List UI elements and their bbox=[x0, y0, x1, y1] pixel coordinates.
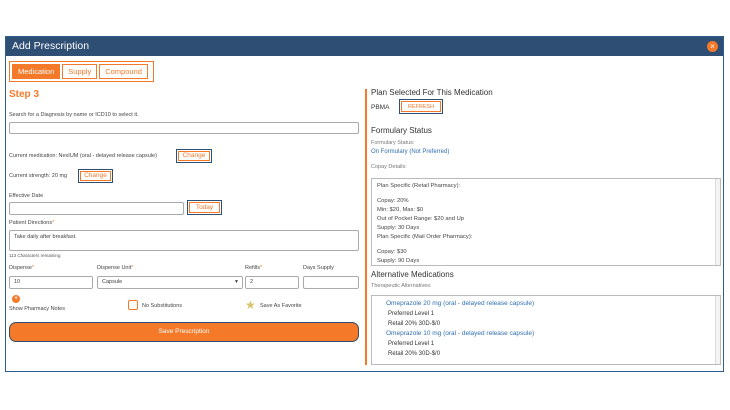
tab-supply[interactable]: Supply bbox=[62, 64, 98, 79]
dialog-title: Add Prescription bbox=[12, 40, 90, 52]
alternative-name-link[interactable]: Omeprazole 10 mg (oral - delayed release… bbox=[386, 329, 720, 339]
dispense-label: Dispense* bbox=[9, 265, 34, 271]
patient-directions-label: Patient Directions* bbox=[9, 220, 54, 226]
close-icon[interactable]: × bbox=[707, 41, 718, 52]
refills-input[interactable]: 2 bbox=[245, 276, 299, 289]
add-prescription-dialog: Add Prescription × Medication Supply Com… bbox=[5, 36, 724, 372]
change-medication-button[interactable]: Change bbox=[176, 149, 212, 163]
alternatives-scrollbar[interactable] bbox=[715, 296, 720, 364]
today-button[interactable]: Today bbox=[187, 200, 222, 215]
alternative-level: Preferred Level 1 bbox=[388, 341, 435, 347]
column-divider bbox=[365, 89, 367, 365]
plus-icon[interactable]: + bbox=[12, 295, 20, 303]
dialog-titlebar: Add Prescription × bbox=[6, 37, 723, 56]
no-substitutions-label: No Substitutions bbox=[142, 303, 183, 309]
prescription-type-tabs: Medication Supply Compound bbox=[9, 61, 154, 82]
save-as-favorite-label[interactable]: Save As Favorite bbox=[260, 303, 302, 309]
alternative-retail: Retail 20% 30D-$/0 bbox=[388, 321, 441, 327]
copay-scrollbar[interactable] bbox=[715, 179, 720, 265]
dispense-unit-label: Dispense Unit* bbox=[97, 265, 133, 271]
alternative-item: Omeprazole 20 mg (oral - delayed release… bbox=[386, 299, 720, 329]
copay-line: Supply: 90 Days bbox=[377, 258, 420, 264]
refresh-button[interactable]: REFRESH bbox=[399, 99, 443, 114]
patient-directions-text: Patient Directions bbox=[9, 220, 53, 226]
dispense-label-text: Dispense bbox=[9, 265, 32, 271]
refresh-label: REFRESH bbox=[401, 101, 441, 112]
tab-compound[interactable]: Compound bbox=[99, 64, 148, 79]
alternative-medications-heading: Alternative Medications bbox=[371, 270, 454, 279]
refills-label-text: Refills bbox=[245, 265, 260, 271]
no-substitutions-checkbox[interactable] bbox=[128, 300, 138, 310]
tab-medication[interactable]: Medication bbox=[12, 64, 61, 79]
dispense-unit-value: Capsule bbox=[102, 279, 123, 285]
change-medication-label: Change bbox=[178, 151, 210, 161]
copay-line: Plan Specific (Retail Pharmacy): bbox=[377, 183, 461, 189]
chevron-down-icon: ▼ bbox=[234, 279, 239, 285]
required-mark: * bbox=[259, 265, 263, 271]
copay-details-label: Copay Details: bbox=[371, 164, 407, 170]
step-heading: Step 3 bbox=[9, 89, 40, 100]
formulary-status-label: Formulary Status: bbox=[371, 140, 415, 146]
copay-line: Min: $20, Max: $0 bbox=[377, 207, 424, 213]
required-mark: * bbox=[52, 220, 55, 226]
effective-date-label: Effective Date bbox=[9, 193, 44, 199]
copay-line: Copay: $30 bbox=[377, 249, 407, 255]
dispense-input[interactable]: 10 bbox=[9, 276, 93, 289]
diagnosis-search-label: Search for a Diagnosis by name or ICD10 … bbox=[9, 112, 139, 118]
effective-date-input[interactable] bbox=[9, 202, 184, 215]
characters-remaining: 113 Characters remaining bbox=[9, 253, 61, 258]
alternatives-list: Omeprazole 20 mg (oral - delayed release… bbox=[371, 295, 721, 365]
alternative-level: Preferred Level 1 bbox=[388, 311, 435, 317]
days-supply-input[interactable] bbox=[303, 276, 359, 289]
alternative-retail: Retail 20% 30D-$/0 bbox=[388, 351, 441, 357]
star-icon[interactable]: ★ bbox=[245, 299, 256, 311]
change-strength-label: Change bbox=[80, 171, 111, 181]
copay-line: Supply: 30 Days bbox=[377, 225, 420, 231]
show-pharmacy-notes-link[interactable]: Show Pharmacy Notes bbox=[9, 306, 65, 312]
diagnosis-search-input[interactable] bbox=[9, 122, 359, 134]
required-mark: * bbox=[31, 265, 35, 271]
dispense-unit-label-text: Dispense Unit bbox=[97, 265, 132, 271]
days-supply-label: Days Supply bbox=[303, 265, 334, 271]
refills-label: Refills* bbox=[245, 265, 262, 271]
formulary-status-value: On Formulary (Not Preferred) bbox=[371, 149, 450, 155]
copay-line: Plan Specific (Mail Order Pharmacy): bbox=[377, 234, 473, 240]
dispense-unit-select[interactable]: Capsule ▼ bbox=[97, 276, 243, 289]
plan-name: PBMA bbox=[371, 104, 390, 111]
formulary-status-heading: Formulary Status bbox=[371, 126, 432, 135]
alternative-name-link[interactable]: Omeprazole 20 mg (oral - delayed release… bbox=[386, 299, 720, 309]
patient-directions-textarea[interactable]: Take daily after breakfast. bbox=[9, 230, 359, 251]
copay-details-box: Plan Specific (Retail Pharmacy): Copay: … bbox=[371, 178, 721, 266]
save-prescription-button[interactable]: Save Prescription bbox=[9, 322, 359, 342]
copay-line: Copay: 20% bbox=[377, 198, 409, 204]
alternative-item: Omeprazole 10 mg (oral - delayed release… bbox=[386, 329, 720, 359]
current-strength-text: Current strength: 20 mg bbox=[9, 173, 68, 179]
plan-selected-heading: Plan Selected For This Medication bbox=[371, 88, 493, 97]
required-mark: * bbox=[131, 265, 134, 271]
current-medication-text: Current medication: NexIUM (oral - delay… bbox=[9, 153, 157, 159]
change-strength-button[interactable]: Change bbox=[78, 169, 113, 183]
therapeutic-alternatives-label: Therapeutic Alternatives: bbox=[371, 283, 432, 289]
today-label: Today bbox=[189, 202, 220, 213]
copay-line: Out of Pocket Range: $20 and Up bbox=[377, 216, 465, 222]
